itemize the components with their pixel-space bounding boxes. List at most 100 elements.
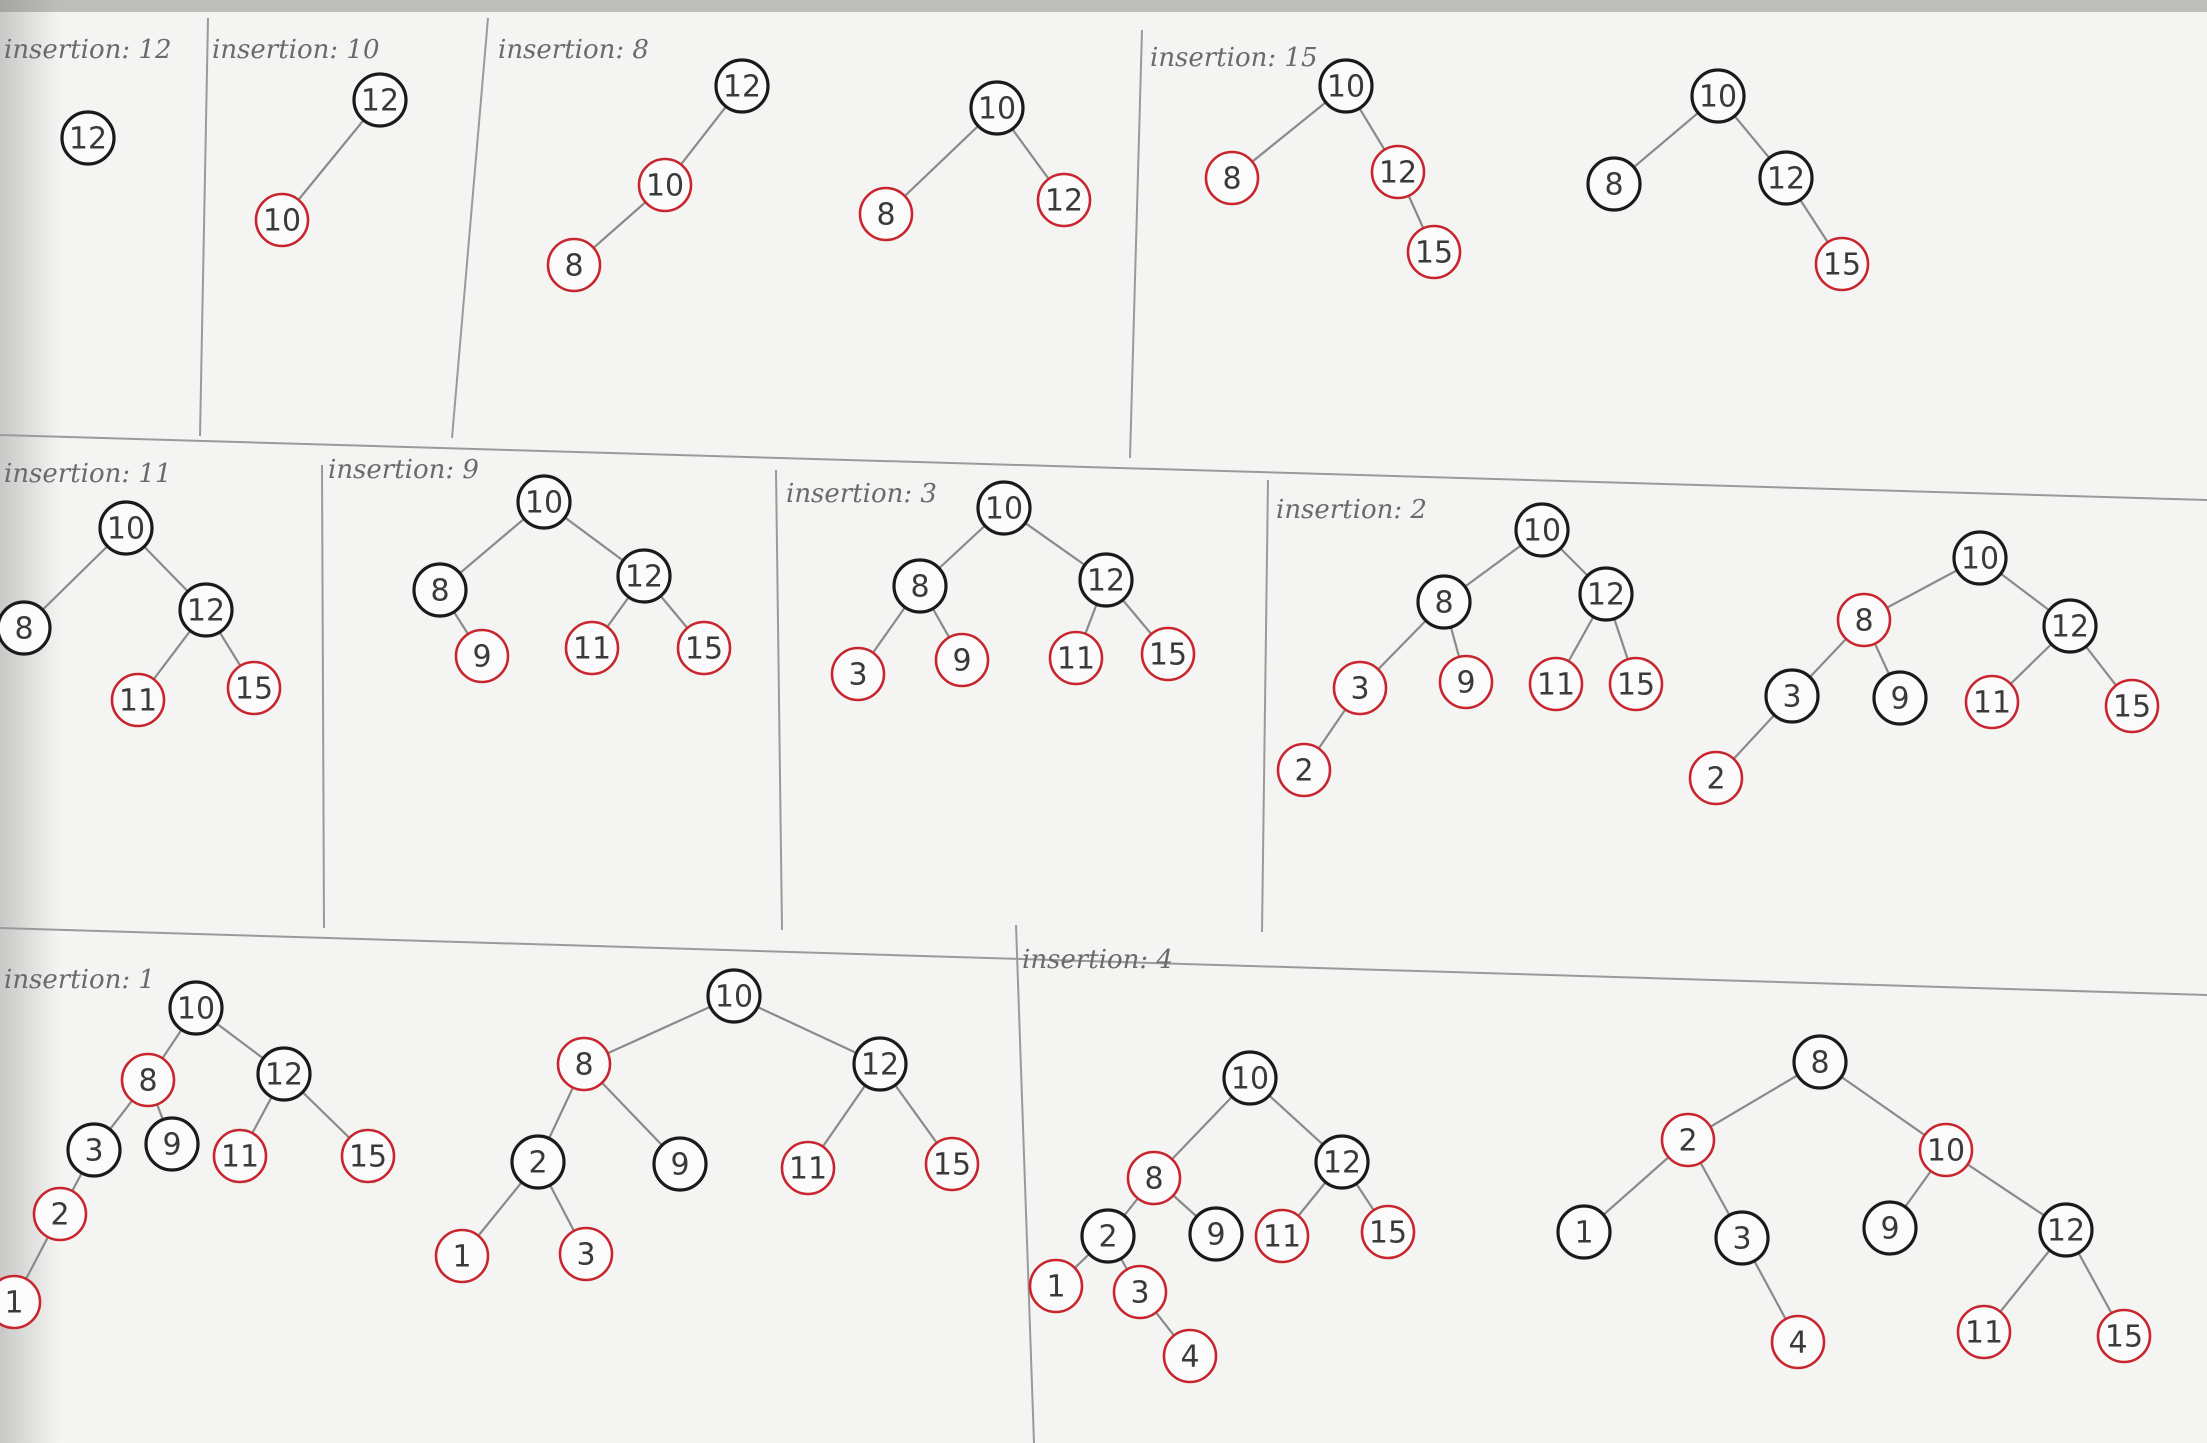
node-value: 3 bbox=[84, 1134, 103, 1169]
node-value: 11 bbox=[119, 684, 157, 719]
panel-label: insertion: 3 bbox=[786, 479, 937, 509]
black-node: 8 bbox=[1416, 574, 1472, 630]
rb-tree-panel-1-tree-0: 12 10 bbox=[254, 72, 408, 248]
black-node: 12 bbox=[714, 58, 770, 114]
black-node: 8 bbox=[1792, 1034, 1848, 1090]
red-node: 9 bbox=[454, 628, 510, 684]
black-node: 8 bbox=[892, 558, 948, 614]
red-node: 15 bbox=[2096, 1308, 2152, 1364]
node-value: 9 bbox=[1456, 666, 1475, 701]
node-value: 12 bbox=[265, 1058, 303, 1093]
node-value: 11 bbox=[1973, 686, 2011, 721]
red-node: 9 bbox=[1438, 654, 1494, 710]
red-node: 12 bbox=[1036, 172, 1092, 228]
red-node: 10 bbox=[254, 192, 310, 248]
panel-label: insertion: 9 bbox=[328, 455, 479, 485]
node-value: 11 bbox=[789, 1152, 827, 1187]
node-value: 9 bbox=[1880, 1212, 1899, 1247]
black-node: 12 bbox=[852, 1036, 908, 1092]
node-value: 10 bbox=[525, 486, 563, 521]
black-node: 3 bbox=[1764, 668, 1820, 724]
paper-sheet: insertion: 12 insertion: 10 insertion: 8… bbox=[0, 0, 2207, 1443]
red-node: 4 bbox=[1770, 1314, 1826, 1370]
node-value: 15 bbox=[933, 1148, 971, 1183]
node-value: 8 bbox=[138, 1064, 157, 1099]
red-node: 2 bbox=[1688, 750, 1744, 806]
red-node: 15 bbox=[1608, 656, 1664, 712]
node-value: 12 bbox=[1087, 564, 1125, 599]
black-node: 12 bbox=[1578, 566, 1634, 622]
black-node: 12 bbox=[616, 548, 672, 604]
rb-tree-panel-2-tree-0: 12 10 8 bbox=[546, 58, 770, 293]
node-value: 12 bbox=[1767, 162, 1805, 197]
red-node: 3 bbox=[1112, 1264, 1168, 1320]
node-value: 8 bbox=[1810, 1046, 1829, 1081]
node-value: 10 bbox=[1699, 80, 1737, 115]
black-node: 12 bbox=[256, 1046, 312, 1102]
node-value: 8 bbox=[564, 249, 583, 284]
node-value: 15 bbox=[2105, 1320, 2143, 1355]
black-node: 12 bbox=[352, 72, 408, 128]
node-value: 10 bbox=[1231, 1062, 1269, 1097]
black-node: 12 bbox=[2038, 1202, 2094, 1258]
black-node: 10 bbox=[1514, 502, 1570, 558]
node-value: 10 bbox=[107, 512, 145, 547]
node-value: 3 bbox=[1782, 680, 1801, 715]
black-node: 8 bbox=[0, 600, 52, 656]
node-value: 15 bbox=[2113, 690, 2151, 725]
panel-label: insertion: 8 bbox=[498, 35, 649, 65]
red-node: 15 bbox=[676, 620, 732, 676]
black-node: 9 bbox=[652, 1136, 708, 1192]
rb-tree-panel-3-tree-0: 10 8 12 15 bbox=[1204, 58, 1462, 280]
node-value: 11 bbox=[1537, 668, 1575, 703]
node-value: 11 bbox=[1057, 642, 1095, 677]
rb-tree-panel-6-tree-0: 10 8 12 3 9 11 15 bbox=[830, 480, 1196, 702]
black-node: 2 bbox=[510, 1134, 566, 1190]
node-value: 2 bbox=[50, 1198, 69, 1233]
rb-tree-panel-8-tree-0: 10 8 12 3 9 11 15 2 1 bbox=[0, 980, 396, 1330]
node-value: 3 bbox=[1350, 672, 1369, 707]
node-value: 15 bbox=[1369, 1216, 1407, 1251]
rb-tree-panel-7-tree-1: 10 8 12 3 9 11 15 2 bbox=[1688, 530, 2160, 806]
red-node: 3 bbox=[558, 1226, 614, 1282]
node-value: 1 bbox=[1574, 1216, 1593, 1251]
black-node: 8 bbox=[1586, 156, 1642, 212]
node-value: 12 bbox=[187, 594, 225, 629]
node-value: 3 bbox=[576, 1238, 595, 1273]
node-value: 2 bbox=[528, 1146, 547, 1181]
black-node: 9 bbox=[1862, 1200, 1918, 1256]
node-value: 2 bbox=[1294, 754, 1313, 789]
divider-v3 bbox=[1129, 29, 1143, 459]
red-node: 10 bbox=[1918, 1122, 1974, 1178]
red-node: 12 bbox=[1370, 144, 1426, 200]
node-value: 12 bbox=[861, 1048, 899, 1083]
black-node: 12 bbox=[1758, 150, 1814, 206]
red-node: 3 bbox=[1332, 660, 1388, 716]
node-value: 4 bbox=[1180, 1340, 1199, 1375]
node-value: 11 bbox=[1965, 1316, 2003, 1351]
node-value: 12 bbox=[2051, 610, 2089, 645]
node-value: 3 bbox=[1732, 1222, 1751, 1257]
red-node: 1 bbox=[1028, 1258, 1084, 1314]
node-value: 15 bbox=[685, 632, 723, 667]
red-node: 15 bbox=[924, 1136, 980, 1192]
node-value: 8 bbox=[910, 570, 929, 605]
node-value: 3 bbox=[848, 658, 867, 693]
red-node: 8 bbox=[120, 1052, 176, 1108]
node-value: 15 bbox=[1415, 236, 1453, 271]
panel-label: insertion: 4 bbox=[1022, 945, 1173, 975]
node-value: 4 bbox=[1788, 1326, 1807, 1361]
node-value: 9 bbox=[952, 644, 971, 679]
panel-label: insertion: 15 bbox=[1150, 43, 1318, 73]
node-value: 8 bbox=[1604, 168, 1623, 203]
node-value: 15 bbox=[349, 1140, 387, 1175]
node-value: 15 bbox=[1823, 248, 1861, 283]
red-node: 11 bbox=[1956, 1304, 2012, 1360]
node-value: 10 bbox=[715, 980, 753, 1015]
node-value: 8 bbox=[430, 574, 449, 609]
red-node: 10 bbox=[637, 157, 693, 213]
red-black-tree-diagram: insertion: 12 insertion: 10 insertion: 8… bbox=[0, 17, 2207, 1443]
panel-label: insertion: 11 bbox=[4, 459, 172, 489]
black-node: 9 bbox=[1872, 670, 1928, 726]
red-node: 15 bbox=[2104, 678, 2160, 734]
